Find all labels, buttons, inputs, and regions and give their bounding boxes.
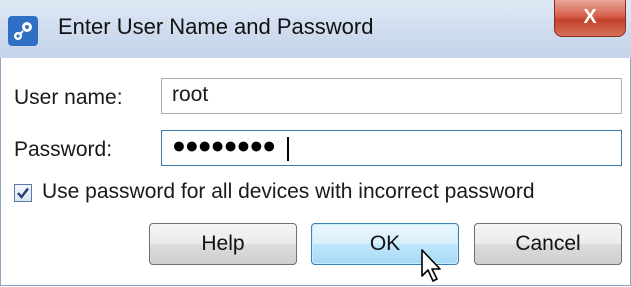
text-caret [287,137,289,161]
close-button[interactable]: X [554,0,626,37]
password-mask: ●●●●●●●● [172,132,276,158]
username-value: root [172,83,209,106]
check-icon [17,187,29,199]
gear-network-icon [8,16,38,46]
cancel-button[interactable]: Cancel [474,223,622,265]
close-icon: X [583,6,597,28]
password-label: Password: [14,138,113,161]
title-bar: Enter User Name and Password X [0,0,631,59]
username-field[interactable]: root [161,78,622,114]
use-password-label: Use password for all devices with incorr… [42,180,535,203]
window-title: Enter User Name and Password [58,14,374,39]
username-label: User name: [14,86,123,109]
help-button[interactable]: Help [149,223,297,265]
mouse-pointer-icon [421,249,441,282]
password-field[interactable]: ●●●●●●●● [161,130,622,166]
use-password-checkbox[interactable] [14,184,32,202]
